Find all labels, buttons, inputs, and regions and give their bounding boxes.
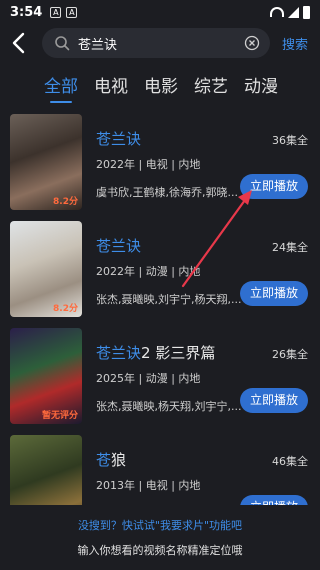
result-title[interactable]: 苍兰诀 — [96, 128, 141, 149]
result-cast: 张杰,聂曦映,杨天翔,刘宇宁,... — [96, 400, 242, 413]
category-tabs: 全部 电视 电影 综艺 动漫 — [44, 72, 278, 103]
result-meta: 2025年 | 动漫 | 内地 — [96, 372, 201, 385]
tab-tv[interactable]: 电视 — [94, 72, 128, 103]
search-tip: 输入你想看的视频名称精准定位哦 — [77, 544, 243, 557]
notification-icon: A — [50, 6, 62, 18]
rating-badge: 8.2分 — [53, 304, 78, 314]
episode-count: 26集全 — [272, 348, 308, 361]
tab-all[interactable]: 全部 — [44, 72, 78, 103]
footer-hint: 没搜到？快试试"我要求片"功能吧 输入你想看的视频名称精准定位哦 — [0, 505, 320, 570]
request-video-link[interactable]: 没搜到？快试试"我要求片"功能吧 — [0, 517, 320, 533]
play-now-button[interactable]: 立即播放 — [240, 174, 308, 199]
clear-icon[interactable] — [244, 35, 260, 51]
rating-badge: 8.2分 — [53, 197, 78, 207]
poster-image[interactable]: 8.2分 — [10, 221, 82, 317]
rating-badge: 暂无评分 — [41, 411, 78, 421]
result-meta: 2022年 | 动漫 | 内地 — [96, 265, 201, 278]
result-meta: 2013年 | 电视 | 内地 — [96, 479, 201, 492]
search-input[interactable] — [78, 33, 238, 53]
episode-count: 36集全 — [272, 134, 308, 147]
wifi-icon — [270, 7, 284, 17]
search-button[interactable]: 搜索 — [282, 34, 308, 53]
tab-movie[interactable]: 电影 — [144, 72, 178, 103]
tab-variety[interactable]: 综艺 — [194, 72, 228, 103]
status-bar: 3:54 A A — [0, 0, 320, 24]
poster-image[interactable]: 8.2分 — [10, 114, 82, 210]
play-now-button[interactable]: 立即播放 — [240, 281, 308, 306]
result-cast: 张杰,聂曦映,刘宇宁,杨天翔,... — [96, 293, 242, 306]
episode-count: 24集全 — [272, 241, 308, 254]
signal-icon — [288, 6, 299, 18]
back-button[interactable] — [8, 30, 30, 56]
chevron-left-icon — [12, 32, 25, 54]
battery-icon — [303, 5, 310, 19]
tab-anime[interactable]: 动漫 — [244, 72, 278, 103]
notification-icon: A — [66, 6, 78, 18]
result-item[interactable]: 8.2分 苍兰诀 2022年 | 电视 | 内地 虞书欣,王鹤棣,徐海乔,郭晓.… — [0, 108, 320, 215]
result-title[interactable]: 苍兰诀2 影三界篇 — [96, 342, 215, 363]
play-now-button[interactable]: 立即播放 — [240, 388, 308, 413]
search-icon — [55, 36, 70, 51]
result-item[interactable]: 8.2分 苍兰诀 2022年 | 动漫 | 内地 张杰,聂曦映,刘宇宁,杨天翔,… — [0, 215, 320, 322]
result-title[interactable]: 苍狼 — [96, 449, 126, 470]
search-box[interactable] — [42, 28, 270, 58]
poster-image[interactable]: 暂无评分 — [10, 328, 82, 424]
result-cast: 虞书欣,王鹤棣,徐海乔,郭晓... — [96, 186, 238, 199]
result-meta: 2022年 | 电视 | 内地 — [96, 158, 201, 171]
result-item[interactable]: 暂无评分 苍兰诀2 影三界篇 2025年 | 动漫 | 内地 张杰,聂曦映,杨天… — [0, 322, 320, 429]
search-bar: 搜索 — [0, 28, 320, 58]
result-list: 8.2分 苍兰诀 2022年 | 电视 | 内地 虞书欣,王鹤棣,徐海乔,郭晓.… — [0, 108, 320, 536]
status-time: 3:54 — [10, 4, 43, 20]
episode-count: 46集全 — [272, 455, 308, 468]
result-title[interactable]: 苍兰诀 — [96, 235, 141, 256]
